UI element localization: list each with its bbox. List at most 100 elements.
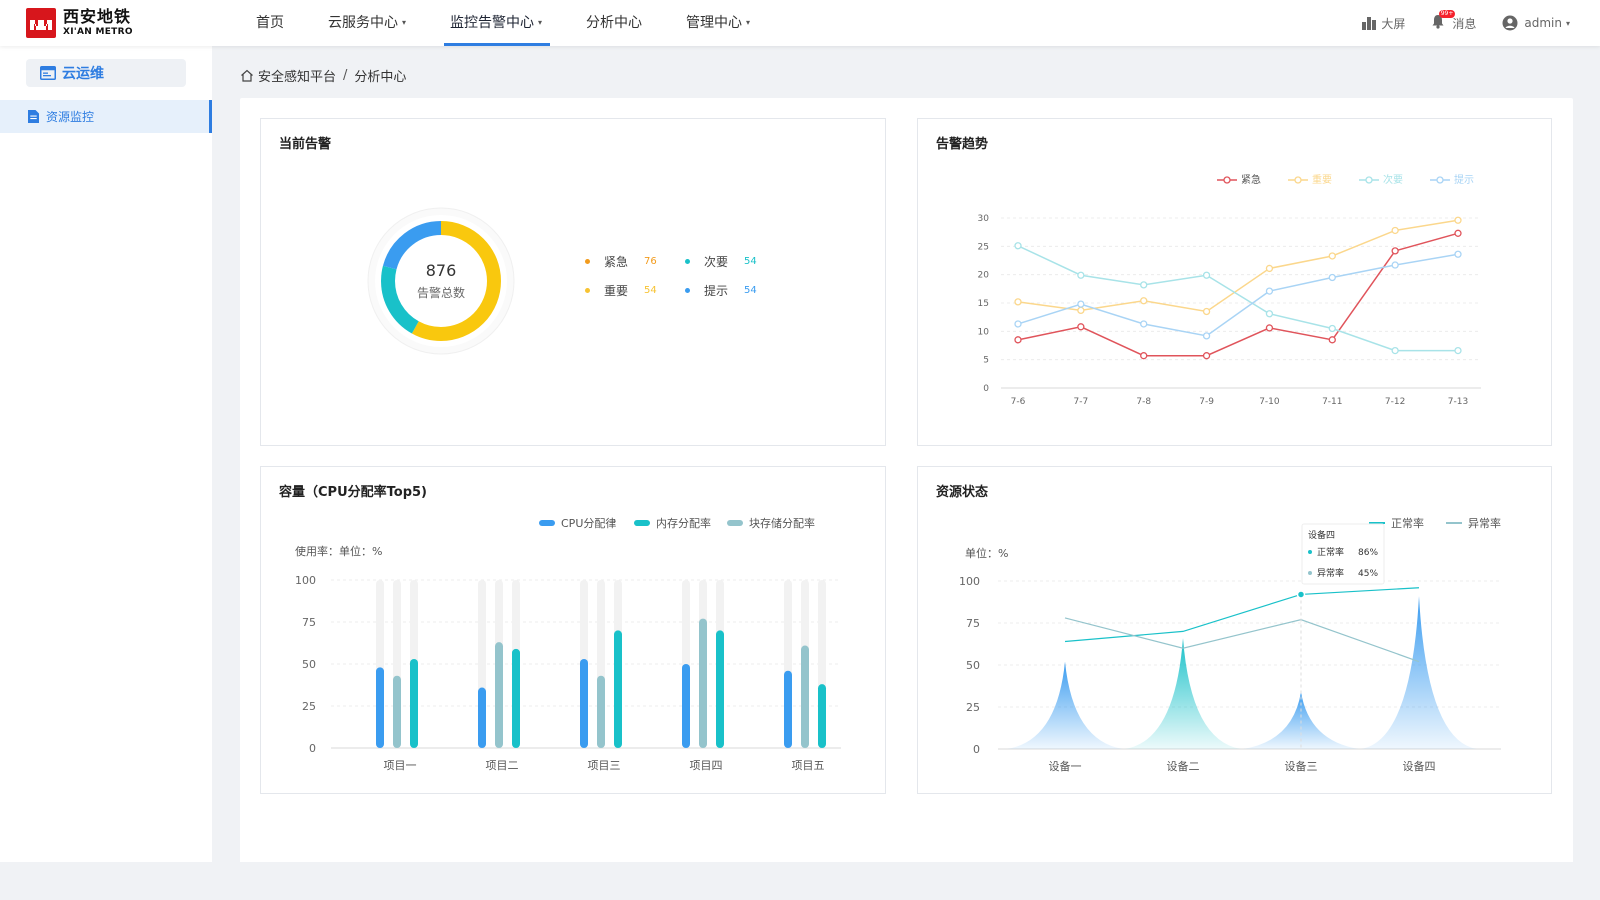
peak-area[interactable] bbox=[1007, 661, 1123, 749]
legend-name: 重要 bbox=[604, 284, 629, 298]
data-point[interactable] bbox=[1454, 250, 1462, 258]
data-point[interactable] bbox=[1454, 346, 1462, 355]
nav-item[interactable]: 云服务中心 ▾ bbox=[306, 0, 428, 46]
data-point[interactable] bbox=[1014, 298, 1022, 306]
data-point[interactable] bbox=[1391, 226, 1399, 235]
bar[interactable] bbox=[614, 630, 622, 748]
hover-point[interactable] bbox=[1296, 590, 1306, 599]
legend-label[interactable]: 次要 bbox=[1383, 173, 1403, 186]
data-point[interactable] bbox=[1140, 320, 1148, 328]
alarm-legend-item[interactable]: 重要 54 bbox=[585, 282, 685, 299]
data-point[interactable] bbox=[1014, 242, 1022, 250]
alarm-legend-item[interactable]: 提示 54 bbox=[685, 282, 775, 299]
bar[interactable] bbox=[716, 630, 724, 748]
y-tick-label: 15 bbox=[978, 299, 989, 309]
breadcrumb-root[interactable]: 安全感知平台 bbox=[258, 66, 336, 85]
top-header: 西安地铁 XI'AN METRO 首页 云服务中心 ▾ 监控告警中心 ▾ 分析中心 管理中心… bbox=[0, 0, 1600, 46]
data-point[interactable] bbox=[1202, 332, 1211, 340]
bar[interactable] bbox=[512, 648, 520, 748]
user-name: admin bbox=[1524, 16, 1562, 30]
nav-item-label: 云服务中心 bbox=[328, 15, 398, 31]
data-point[interactable] bbox=[1454, 229, 1462, 237]
tooltip-row-value: 45% bbox=[1358, 569, 1378, 579]
legend-label[interactable]: 重要 bbox=[1312, 173, 1332, 186]
bar[interactable] bbox=[410, 658, 418, 748]
legend-label[interactable]: CPU分配律 bbox=[561, 517, 616, 530]
x-tick-label: 7-11 bbox=[1322, 397, 1342, 407]
data-point[interactable] bbox=[1391, 346, 1399, 355]
logo[interactable]: 西安地铁 XI'AN METRO bbox=[26, 8, 133, 38]
legend-label[interactable]: 紧急 bbox=[1241, 173, 1261, 186]
nav-item[interactable]: 监控告警中心 ▾ bbox=[428, 0, 564, 46]
legend-dot bbox=[685, 288, 690, 293]
data-point[interactable] bbox=[1014, 336, 1022, 344]
data-point[interactable] bbox=[1014, 320, 1022, 328]
bar[interactable] bbox=[393, 675, 401, 748]
data-point[interactable] bbox=[1391, 247, 1399, 255]
alarm-legend-item[interactable]: 紧急 76 bbox=[585, 253, 685, 270]
data-point[interactable] bbox=[1328, 273, 1336, 282]
sidebar: 云运维 资源监控 bbox=[0, 46, 212, 862]
legend-swatch bbox=[634, 520, 650, 526]
bar[interactable] bbox=[682, 664, 690, 748]
data-point[interactable] bbox=[1454, 216, 1462, 224]
y-tick-label: 75 bbox=[302, 616, 316, 629]
data-point[interactable] bbox=[1265, 287, 1274, 295]
data-point[interactable] bbox=[1202, 352, 1211, 360]
nav-item[interactable]: 首页 bbox=[234, 0, 306, 46]
x-tick-label: 设备三 bbox=[1285, 759, 1318, 773]
bar[interactable] bbox=[597, 675, 605, 748]
data-point[interactable] bbox=[1140, 281, 1148, 289]
user-menu[interactable]: admin ▾ bbox=[1502, 15, 1570, 31]
data-point[interactable] bbox=[1265, 324, 1274, 332]
bar[interactable] bbox=[699, 618, 707, 748]
peak-area[interactable] bbox=[1125, 638, 1241, 749]
bar[interactable] bbox=[801, 645, 809, 748]
legend-label[interactable]: 块存储分配率 bbox=[749, 516, 815, 530]
data-point[interactable] bbox=[1077, 323, 1085, 331]
data-point[interactable] bbox=[1077, 306, 1085, 315]
bar[interactable] bbox=[784, 670, 792, 748]
bigscreen-label: 大屏 bbox=[1381, 16, 1406, 31]
data-point[interactable] bbox=[1328, 324, 1336, 333]
data-point[interactable] bbox=[1391, 261, 1399, 269]
legend-label[interactable]: 内存分配率 bbox=[656, 516, 711, 530]
y-tick-label: 5 bbox=[983, 356, 989, 366]
sidebar-item-resource-monitor[interactable]: 资源监控 bbox=[0, 100, 212, 133]
messages-button[interactable]: 99+ 消息 bbox=[1431, 10, 1476, 32]
legend-label[interactable]: 正常率 bbox=[1391, 516, 1424, 530]
data-point[interactable] bbox=[1202, 307, 1211, 316]
data-point[interactable] bbox=[1265, 310, 1274, 318]
data-point[interactable] bbox=[1328, 336, 1336, 344]
bar[interactable] bbox=[580, 658, 588, 748]
nav-item[interactable]: 管理中心 ▾ bbox=[664, 0, 772, 46]
x-tick-label: 项目二 bbox=[486, 759, 519, 772]
bar[interactable] bbox=[818, 684, 826, 748]
bar[interactable] bbox=[495, 642, 503, 748]
bar[interactable] bbox=[478, 687, 486, 748]
alarm-legend-item[interactable]: 次要 54 bbox=[685, 253, 775, 270]
bar[interactable] bbox=[376, 667, 384, 748]
data-point[interactable] bbox=[1202, 271, 1211, 279]
legend-dot bbox=[685, 259, 690, 264]
data-point[interactable] bbox=[1140, 297, 1148, 305]
sidebar-title[interactable]: 云运维 bbox=[26, 59, 186, 87]
legend-value: 54 bbox=[744, 285, 757, 296]
x-tick-label: 7-6 bbox=[1011, 397, 1026, 407]
breadcrumb-separator: / bbox=[343, 68, 348, 83]
bigscreen-button[interactable]: 大屏 bbox=[1361, 15, 1405, 32]
legend-label[interactable]: 异常率 bbox=[1468, 516, 1501, 530]
data-point[interactable] bbox=[1265, 264, 1274, 273]
nav-item-label: 首页 bbox=[256, 15, 284, 31]
legend-name: 次要 bbox=[704, 255, 729, 269]
data-point[interactable] bbox=[1328, 252, 1336, 260]
nav-item[interactable]: 分析中心 bbox=[564, 0, 664, 46]
series-line[interactable] bbox=[1064, 617, 1420, 663]
peak-area[interactable] bbox=[1361, 596, 1477, 749]
data-point[interactable] bbox=[1140, 352, 1148, 360]
series-line[interactable] bbox=[1017, 245, 1458, 352]
data-point[interactable] bbox=[1077, 271, 1085, 279]
x-tick-label: 设备一 bbox=[1049, 759, 1082, 773]
legend-label[interactable]: 提示 bbox=[1454, 174, 1474, 186]
data-point[interactable] bbox=[1077, 300, 1085, 308]
